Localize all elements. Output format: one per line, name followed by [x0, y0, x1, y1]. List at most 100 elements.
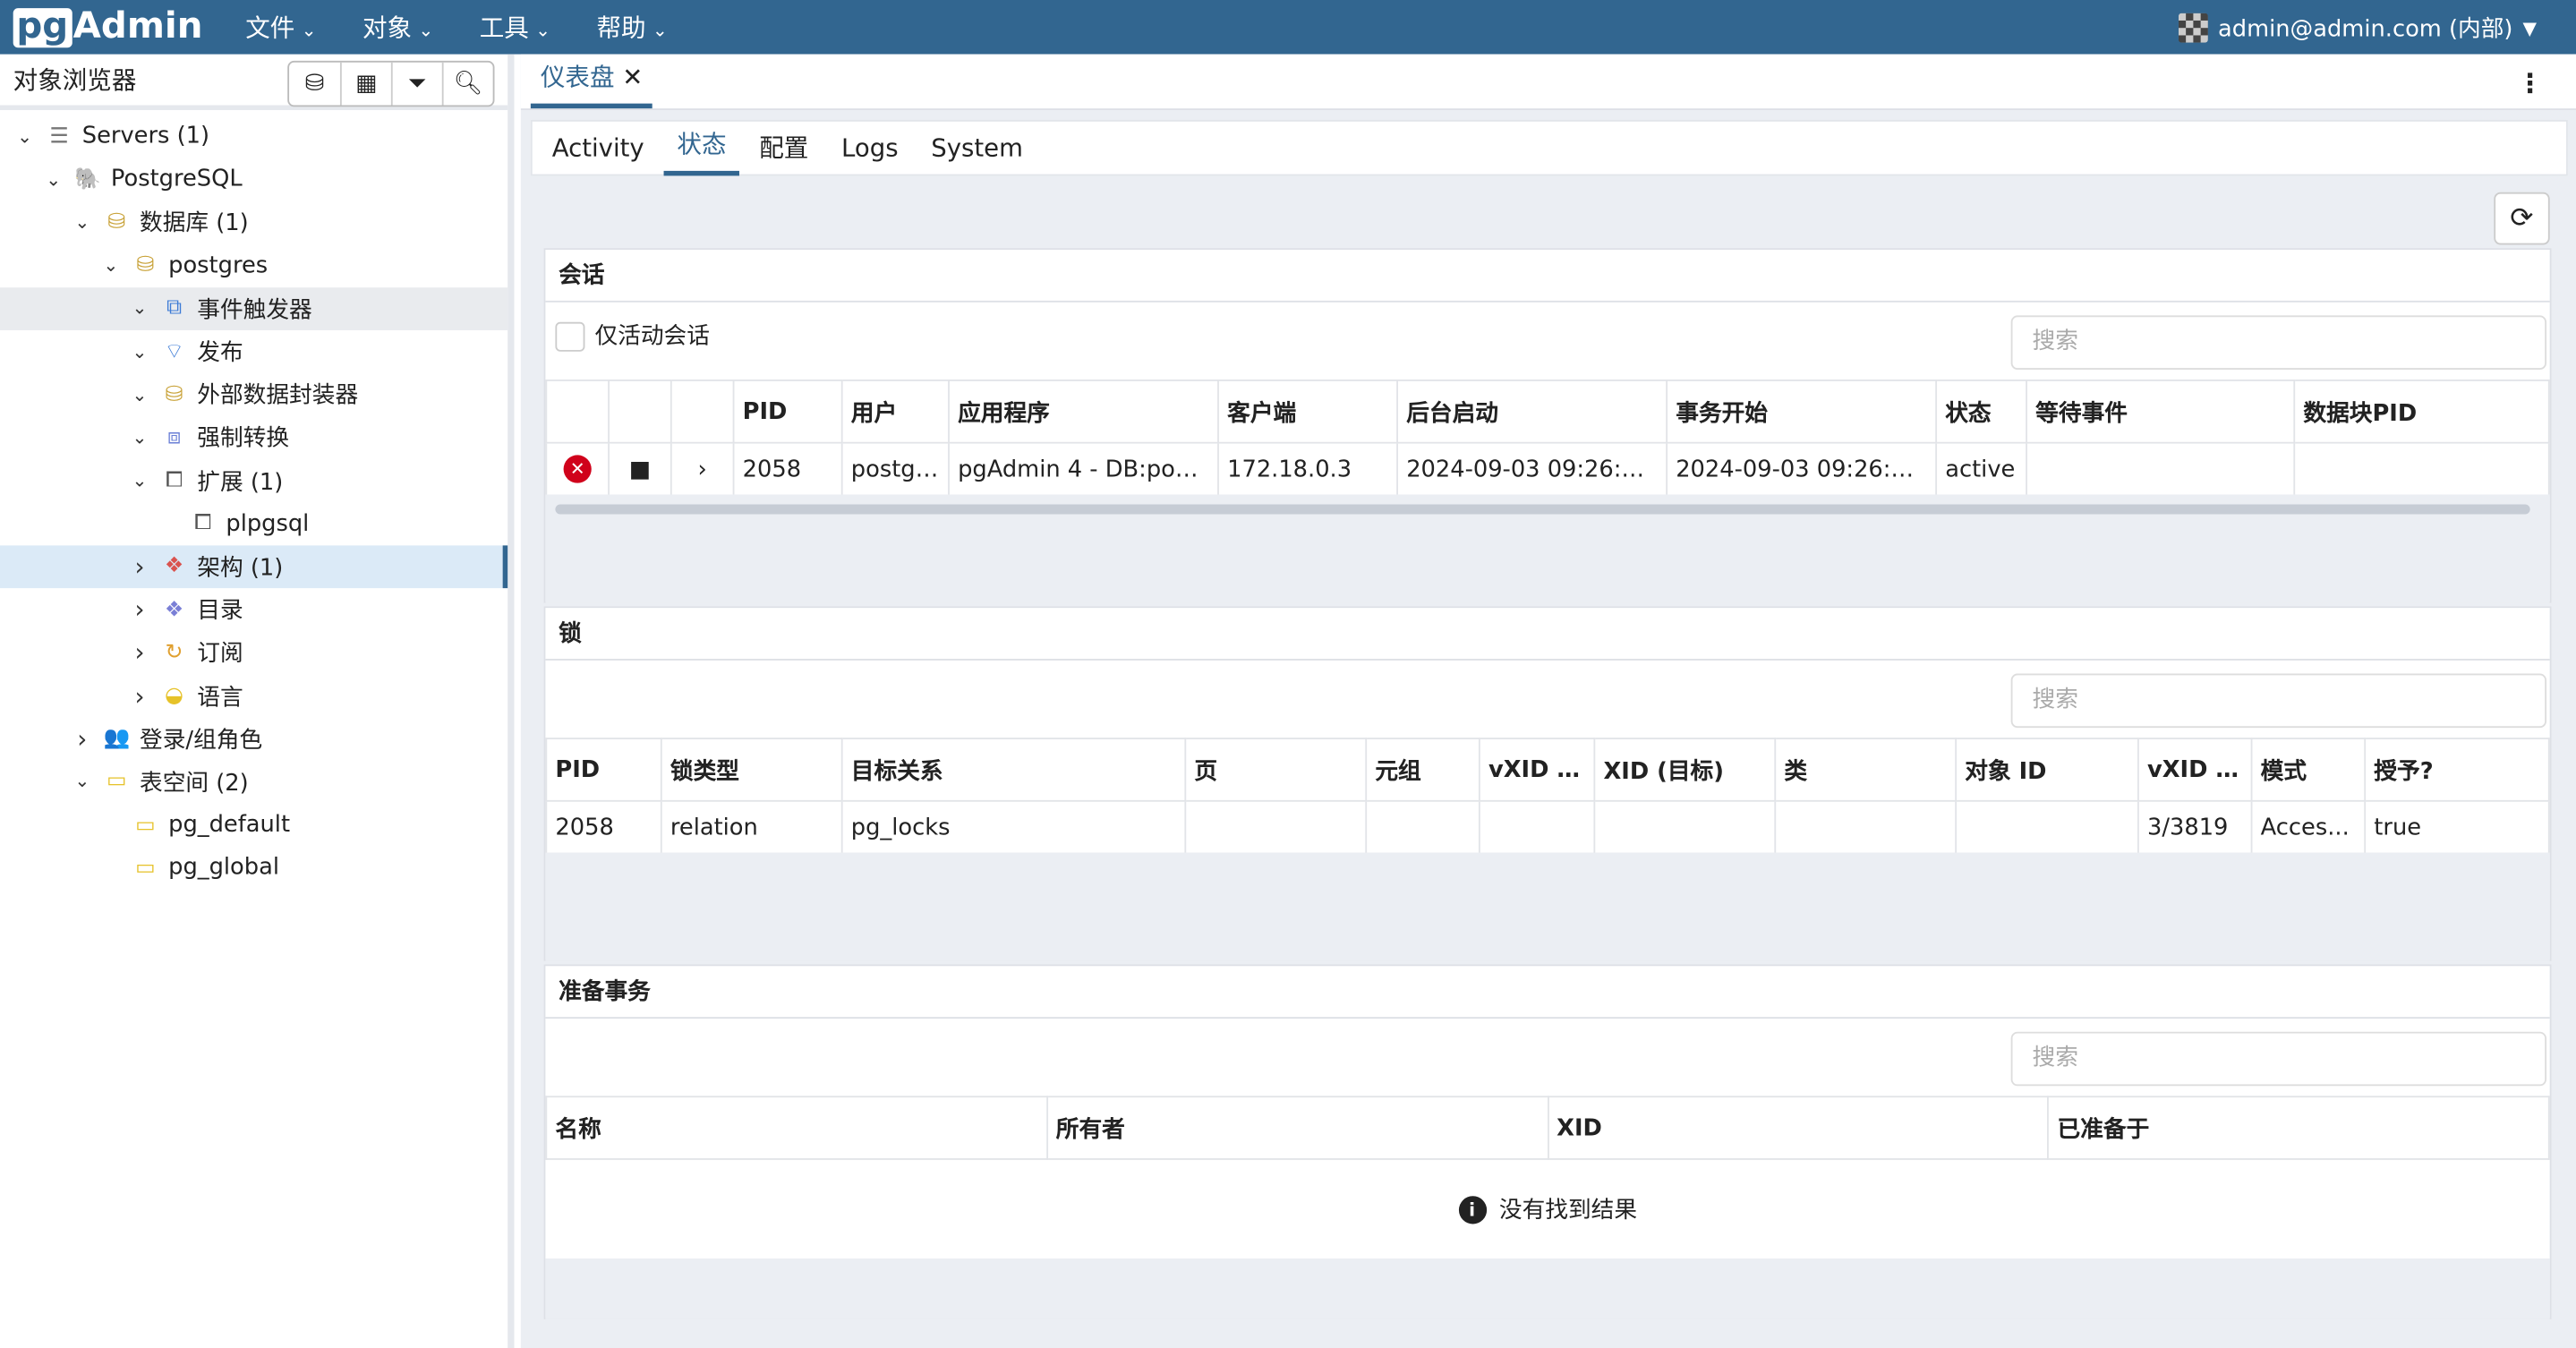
menu-1[interactable]: 对象 ⌄	[363, 10, 433, 45]
tree-node[interactable]: ⌄ ⧈ 强制转换	[0, 416, 508, 459]
tree-node[interactable]: ▭ pg_default	[0, 804, 508, 847]
info-icon: i	[1458, 1195, 1487, 1224]
column-header[interactable]: 数据块PID	[2293, 380, 2550, 444]
column-header[interactable]: vXID (...	[1478, 738, 1596, 802]
column-header[interactable]: 所有者	[1045, 1096, 1548, 1160]
chevron-down-icon[interactable]: ⌄	[128, 427, 151, 448]
tree-node[interactable]: › 👥 登录/组角色	[0, 717, 508, 760]
more-options-icon[interactable]: ⋮	[2517, 67, 2543, 98]
column-header[interactable]	[670, 380, 735, 444]
column-header[interactable]: 对象 ID	[1955, 738, 2139, 802]
chevron-down-icon: ⌄	[301, 20, 317, 41]
tree-node[interactable]: ⌄ ☰ Servers (1)	[0, 115, 508, 158]
tree-node[interactable]: › ↻ 订阅	[0, 631, 508, 674]
chevron-right-icon[interactable]: ›	[128, 681, 151, 711]
chevron-right-icon[interactable]: ›	[128, 552, 151, 582]
column-header[interactable]: 状态	[1935, 380, 2028, 444]
chevron-right-icon[interactable]: ›	[71, 724, 94, 754]
column-header[interactable]: PID	[732, 380, 843, 444]
chevron-right-icon[interactable]: ›	[128, 595, 151, 625]
column-header[interactable]: 锁类型	[660, 738, 843, 802]
tree-node-label: 订阅	[197, 641, 243, 668]
tree-node[interactable]: ⌄ ⛁ postgres	[0, 244, 508, 287]
tree-node[interactable]: › ❖ 架构 (1)	[0, 545, 508, 589]
tree-node[interactable]: › ❖ 目录	[0, 588, 508, 631]
chevron-down-icon[interactable]: ⌄	[128, 341, 151, 363]
chevron-down-icon[interactable]: ⌄	[42, 169, 65, 191]
view-data-button[interactable]: ▦	[339, 62, 391, 106]
tablespaces-icon: ▭	[107, 769, 127, 795]
chevron-down-icon[interactable]: ⌄	[99, 255, 123, 277]
tree-node[interactable]: ⌄ ⛁ 数据库 (1)	[0, 201, 508, 244]
cancel-query-button[interactable]: ■	[608, 441, 672, 497]
menu-2[interactable]: 工具 ⌄	[480, 10, 550, 45]
search-objects-button[interactable]: 🔍︎	[441, 62, 493, 106]
subtab-2[interactable]: 配置	[746, 120, 822, 175]
chevron-right-icon[interactable]: ›	[128, 638, 151, 668]
column-header[interactable]: 客户端	[1217, 380, 1399, 444]
catalogs-icon: ❖	[164, 597, 184, 623]
prepared-search-input[interactable]: 搜索	[2010, 1031, 2547, 1087]
terminate-session-button[interactable]: ✕	[545, 441, 610, 497]
table-cell	[1593, 799, 1777, 855]
subtab-3[interactable]: Logs	[828, 120, 911, 175]
column-header[interactable]: vXID (...	[2137, 738, 2253, 802]
column-header[interactable]: 应用程序	[948, 380, 1219, 444]
tree-node[interactable]: ⧠ plpgsql	[0, 502, 508, 545]
languages-icon: ◒	[165, 683, 183, 709]
refresh-button[interactable]: ⟳	[2494, 192, 2550, 245]
close-icon[interactable]: ✕	[622, 63, 643, 92]
column-header[interactable]: 模式	[2250, 738, 2367, 802]
column-header[interactable]: 类	[1774, 738, 1958, 802]
column-header[interactable]: PID	[545, 738, 662, 802]
tree-node[interactable]: ⌄ ⧠ 扩展 (1)	[0, 459, 508, 502]
column-header[interactable]: 事务开始	[1666, 380, 1938, 444]
column-header[interactable]: 后台启动	[1396, 380, 1668, 444]
column-header[interactable]: XID	[1547, 1096, 2050, 1160]
horizontal-scrollbar[interactable]	[555, 504, 2530, 515]
tree-node[interactable]: › ◒ 语言	[0, 674, 508, 717]
tree-node-label: 表空间 (2)	[140, 770, 249, 798]
sessions-search-input[interactable]: 搜索	[2010, 315, 2547, 370]
chevron-down-icon[interactable]: ⌄	[128, 298, 151, 320]
column-header[interactable]: 等待事件	[2026, 380, 2296, 444]
tree-node[interactable]: ▭ pg_global	[0, 847, 508, 890]
tree-node[interactable]: ⌄ ⛁ 外部数据封装器	[0, 373, 508, 416]
chevron-down-icon: ⌄	[418, 20, 434, 41]
tree-node-label: postgres	[168, 252, 269, 279]
subtab-1[interactable]: 状态	[663, 120, 740, 176]
menu-3[interactable]: 帮助 ⌄	[596, 10, 667, 45]
chevron-down-icon[interactable]: ⌄	[128, 470, 151, 491]
column-header[interactable]: 名称	[545, 1096, 1048, 1160]
login-roles-icon: 👥	[103, 726, 131, 752]
tree-node[interactable]: ⌄ ⌔ 发布	[0, 330, 508, 373]
locks-search-input[interactable]: 搜索	[2010, 673, 2547, 729]
table-cell	[1365, 799, 1480, 855]
column-header[interactable]: 目标关系	[840, 738, 1187, 802]
column-header[interactable]	[545, 380, 610, 444]
subtab-0[interactable]: Activity	[539, 120, 657, 175]
column-header[interactable]: XID (目标)	[1593, 738, 1777, 802]
chevron-down-icon[interactable]: ⌄	[71, 772, 94, 793]
tree-node[interactable]: ⌄ ⧉ 事件触发器	[0, 286, 508, 330]
column-header[interactable]: 已准备于	[2047, 1096, 2550, 1160]
tree-node[interactable]: ⌄ ▭ 表空间 (2)	[0, 760, 508, 803]
column-header[interactable]: 用户	[840, 380, 950, 444]
tab-dashboard[interactable]: 仪表盘 ✕	[530, 59, 653, 109]
query-tool-button[interactable]: ⛁	[289, 63, 340, 106]
chevron-down-icon[interactable]: ⌄	[13, 126, 37, 148]
chevron-down-icon[interactable]: ⌄	[71, 212, 94, 234]
chevron-down-icon[interactable]: ⌄	[128, 384, 151, 405]
column-header[interactable]: 授予?	[2364, 738, 2550, 802]
tree-node[interactable]: ⌄ 🐘 PostgreSQL	[0, 158, 508, 201]
column-header[interactable]: 元组	[1365, 738, 1480, 802]
column-header[interactable]	[608, 380, 672, 444]
subtab-4[interactable]: System	[918, 120, 1036, 175]
active-sessions-only-checkbox[interactable]: 仅活动会话	[555, 319, 710, 352]
menu-0[interactable]: 文件 ⌄	[245, 10, 316, 45]
column-header[interactable]: 页	[1184, 738, 1368, 802]
user-menu[interactable]: admin@admin.com (内部) ▼	[2178, 12, 2537, 45]
dashboard-area: 仪表盘 ✕ ⋮ Activity 状态 配置 Logs System ⟳ 会话 仅活动会…	[520, 54, 2576, 1348]
filtered-rows-button[interactable]: ⏷	[390, 62, 442, 106]
expand-row-button[interactable]: ›	[670, 441, 735, 497]
